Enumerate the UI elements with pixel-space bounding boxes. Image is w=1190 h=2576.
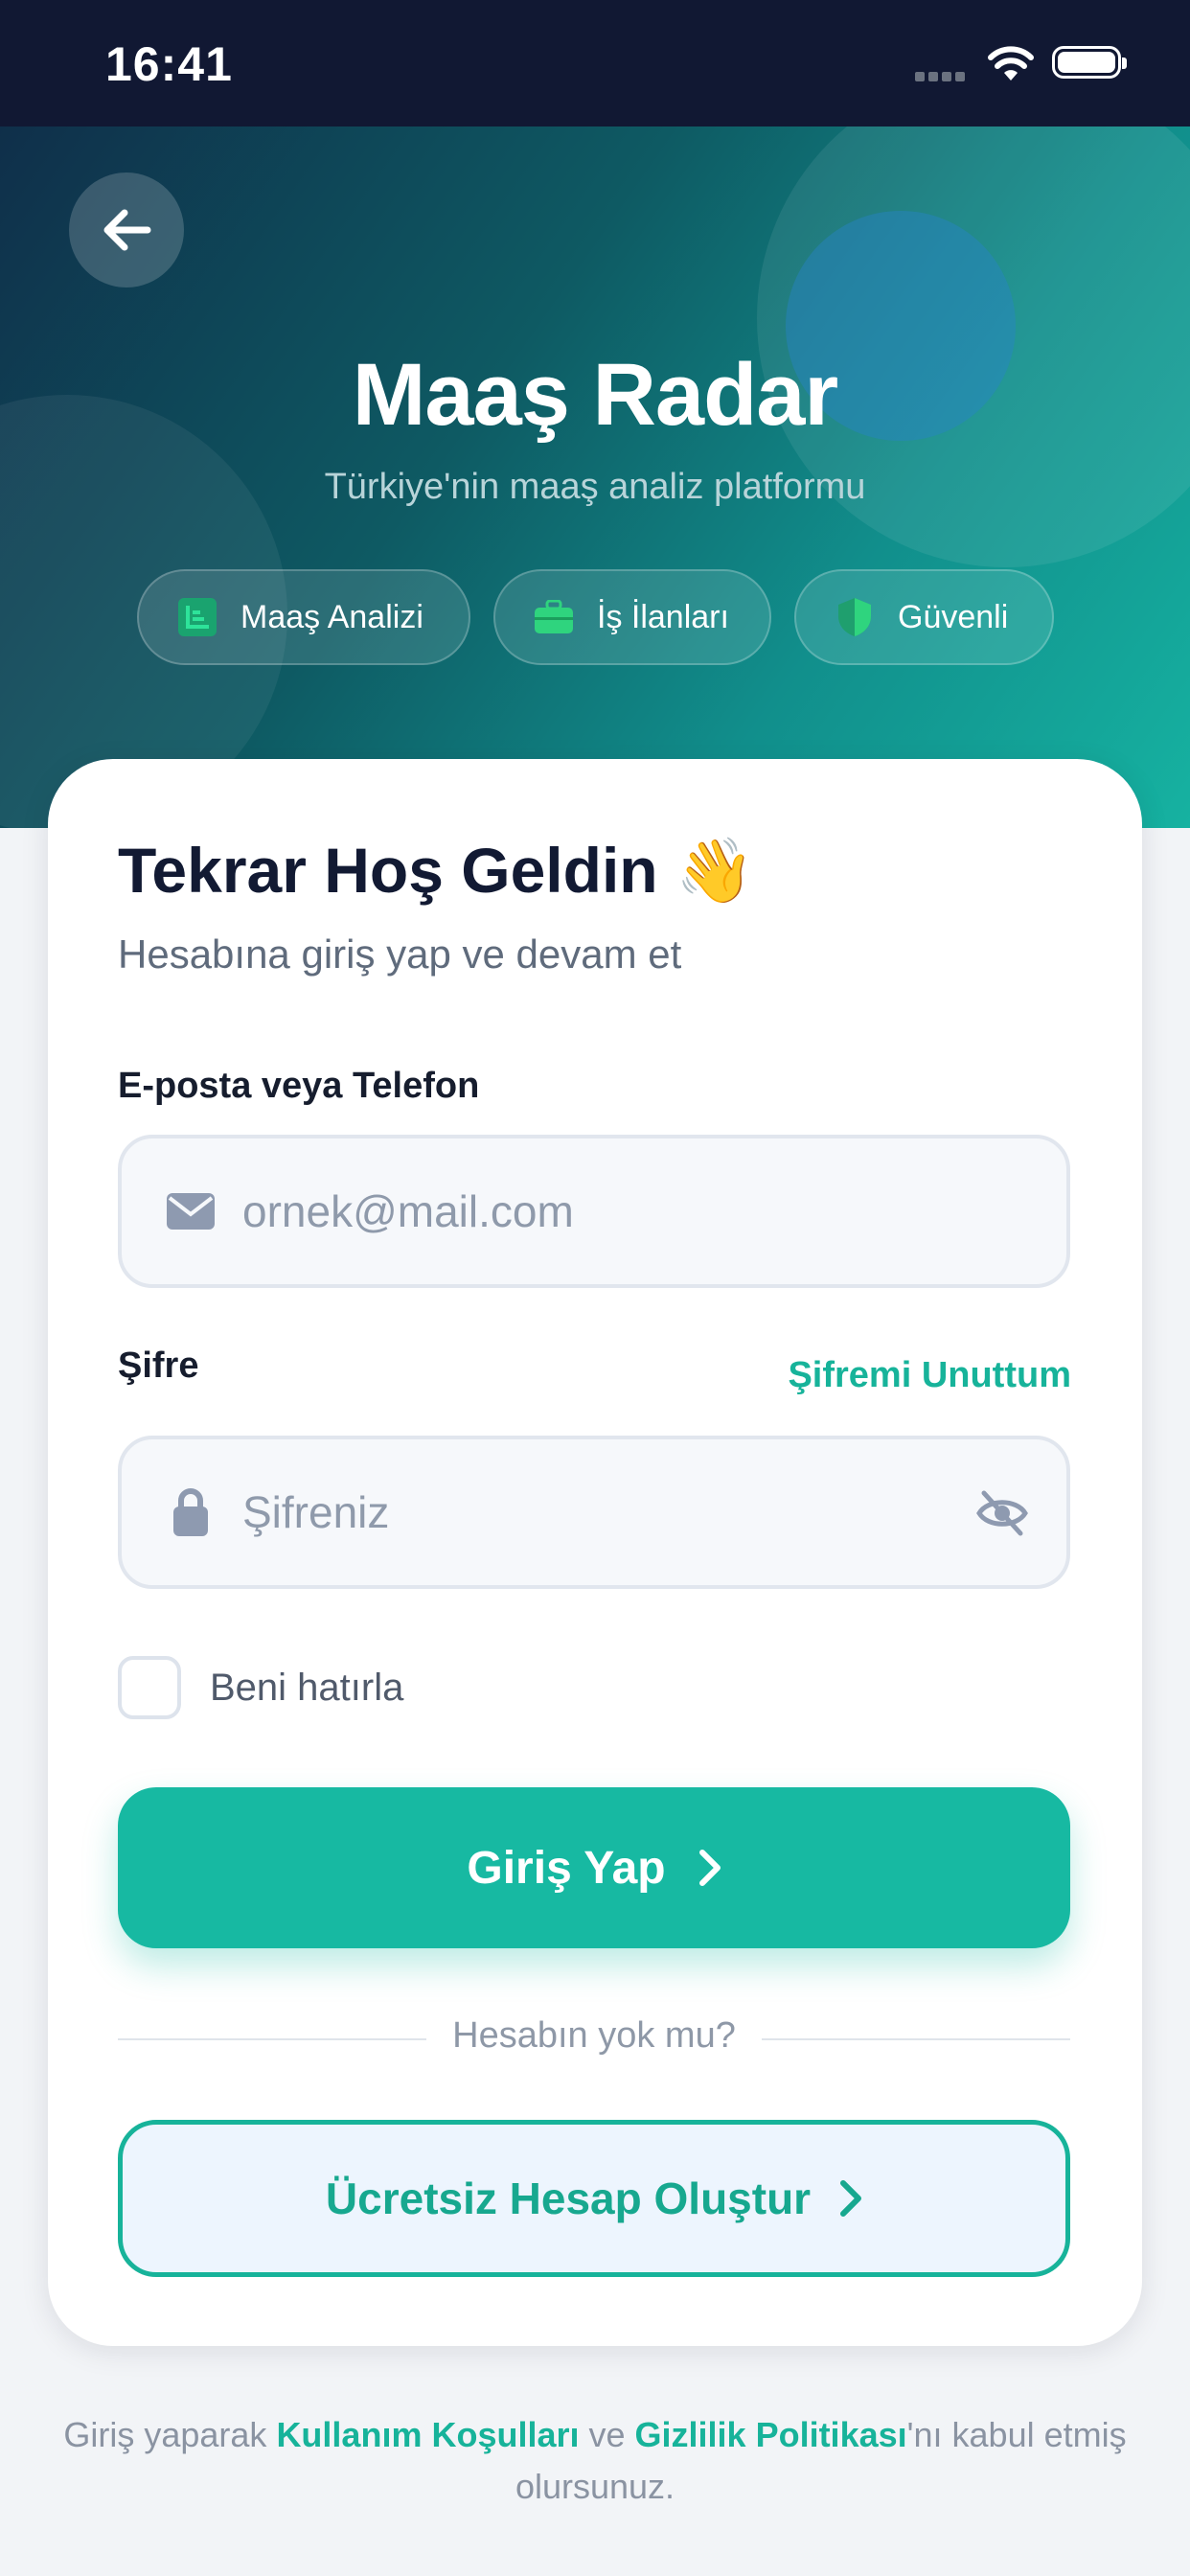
terms-middle: ve bbox=[579, 2415, 635, 2454]
welcome-heading: Tekrar Hoş Geldin 👋 bbox=[118, 835, 755, 906]
login-button[interactable]: Giriş Yap bbox=[118, 1787, 1070, 1948]
login-button-label: Giriş Yap bbox=[467, 1842, 666, 1894]
chevron-right-icon bbox=[839, 2179, 862, 2218]
chevron-right-icon bbox=[698, 1849, 721, 1887]
chart-icon bbox=[177, 597, 217, 637]
create-account-label: Ücretsiz Hesap Oluştur bbox=[325, 2174, 812, 2223]
remember-label: Beni hatırla bbox=[210, 1666, 404, 1709]
remember-checkbox[interactable] bbox=[118, 1656, 181, 1719]
forgot-password-link[interactable]: Şifremi Unuttum bbox=[788, 1355, 1071, 1396]
back-button[interactable] bbox=[69, 172, 184, 288]
password-field[interactable]: Şifreniz bbox=[118, 1436, 1070, 1589]
battery-icon bbox=[1052, 46, 1127, 79]
wifi-icon bbox=[987, 44, 1035, 87]
arrow-left-icon bbox=[103, 209, 151, 251]
cellular-signal-icon bbox=[915, 69, 969, 86]
email-placeholder: ornek@mail.com bbox=[242, 1186, 574, 1236]
status-bar: 16:41 bbox=[0, 0, 1190, 126]
briefcase-icon bbox=[534, 597, 574, 637]
eye-off-icon[interactable] bbox=[976, 1489, 1028, 1542]
chip-secure: Güvenli bbox=[794, 569, 1054, 665]
envelope-icon bbox=[164, 1193, 217, 1230]
remember-me[interactable]: Beni hatırla bbox=[118, 1656, 403, 1719]
app-title: Maaş Radar bbox=[352, 346, 838, 444]
terms-notice: Giriş yaparak Kullanım Koşulları ve Gizl… bbox=[57, 2409, 1133, 2513]
shield-icon bbox=[835, 597, 875, 637]
chip-label: İş İlanları bbox=[597, 598, 729, 635]
terms-prefix: Giriş yaparak bbox=[63, 2415, 277, 2454]
password-placeholder: Şifreniz bbox=[242, 1487, 390, 1537]
chip-label: Güvenli bbox=[898, 598, 1009, 635]
create-account-button[interactable]: Ücretsiz Hesap Oluştur bbox=[118, 2120, 1070, 2277]
lock-icon bbox=[164, 1487, 217, 1537]
email-field[interactable]: ornek@mail.com bbox=[118, 1135, 1070, 1288]
app-subtitle: Türkiye'nin maaş analiz platformu bbox=[324, 467, 866, 507]
welcome-subheading: Hesabına giriş yap ve devam et bbox=[118, 932, 682, 977]
terms-of-use-link[interactable]: Kullanım Koşulları bbox=[276, 2415, 579, 2454]
chip-label: Maaş Analizi bbox=[240, 598, 423, 635]
password-label: Şifre bbox=[118, 1346, 199, 1386]
chip-job-listings: İş İlanları bbox=[493, 569, 771, 665]
login-card: Tekrar Hoş Geldin 👋 Hesabına giriş yap v… bbox=[48, 759, 1142, 2346]
chip-salary-analysis: Maaş Analizi bbox=[137, 569, 470, 665]
status-time: 16:41 bbox=[105, 37, 233, 91]
no-account-text: Hesabın yok mu? bbox=[452, 2015, 736, 2056]
privacy-policy-link[interactable]: Gizlilik Politikası bbox=[635, 2415, 907, 2454]
email-label: E-posta veya Telefon bbox=[118, 1066, 480, 1106]
or-divider: Hesabın yok mu? bbox=[118, 2010, 1070, 2067]
